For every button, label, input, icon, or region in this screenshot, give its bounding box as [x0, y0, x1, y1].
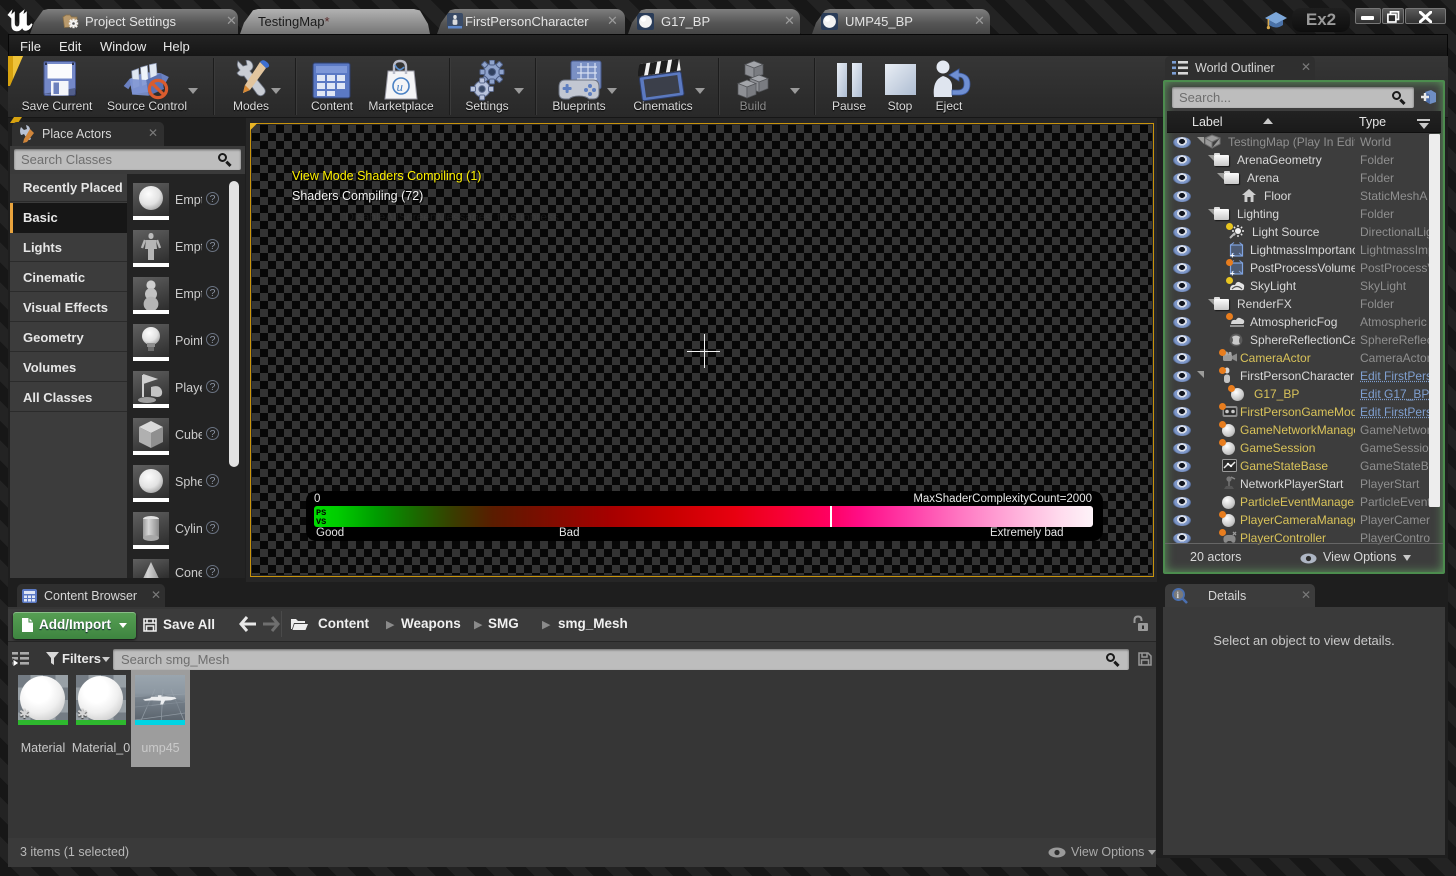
svg-text:+: +	[1230, 269, 1235, 276]
svg-text:u: u	[397, 79, 404, 94]
svg-text:+: +	[1230, 251, 1235, 258]
